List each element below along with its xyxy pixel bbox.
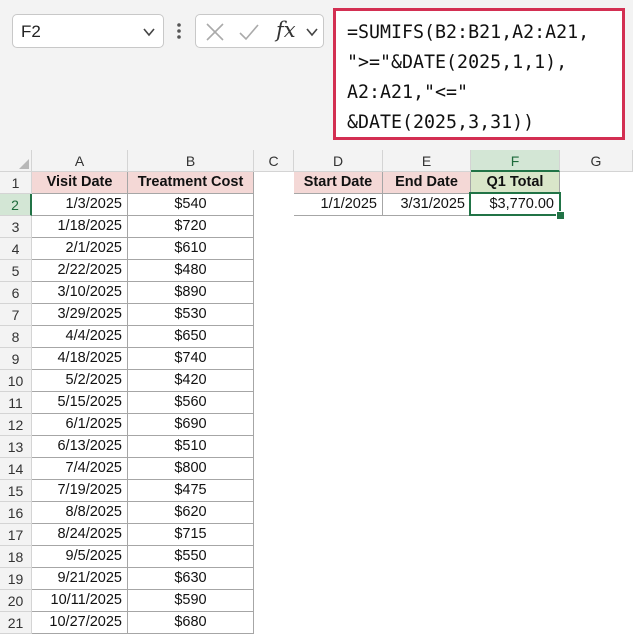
formula-line: A2:A21,"<=" xyxy=(347,82,469,103)
cell-treatment-cost[interactable]: $620 xyxy=(128,502,254,524)
row-header-17[interactable]: 17 xyxy=(0,524,32,546)
cell-treatment-cost[interactable]: $720 xyxy=(128,216,254,238)
header-treatment-cost[interactable]: Treatment Cost xyxy=(128,172,254,194)
row-header-15[interactable]: 15 xyxy=(0,480,32,502)
row-header-16[interactable]: 16 xyxy=(0,502,32,524)
cell-end-date[interactable]: 3/31/2025 xyxy=(383,194,471,216)
formula-input[interactable]: =SUMIFS(B2:B21,A2:A21, ">="&DATE(2025,1,1… xyxy=(333,8,625,140)
header-end-date[interactable]: End Date xyxy=(383,172,471,194)
cell-visit-date[interactable]: 4/18/2025 xyxy=(32,348,128,370)
cell-treatment-cost[interactable]: $550 xyxy=(128,546,254,568)
cell-treatment-cost[interactable]: $420 xyxy=(128,370,254,392)
cell-visit-date[interactable]: 1/3/2025 xyxy=(32,194,128,216)
cell-visit-date[interactable]: 9/5/2025 xyxy=(32,546,128,568)
name-box[interactable]: F2 xyxy=(12,14,164,48)
cell-treatment-cost[interactable]: $740 xyxy=(128,348,254,370)
cell-visit-date[interactable]: 5/15/2025 xyxy=(32,392,128,414)
row-header-14[interactable]: 14 xyxy=(0,458,32,480)
header-visit-date[interactable]: Visit Date xyxy=(32,172,128,194)
column-header-e[interactable]: E xyxy=(383,150,471,172)
cell-treatment-cost[interactable]: $650 xyxy=(128,326,254,348)
cell-visit-date[interactable]: 8/8/2025 xyxy=(32,502,128,524)
column-header-g[interactable]: G xyxy=(560,150,633,172)
header-start-date[interactable]: Start Date xyxy=(294,172,383,194)
formula-bar-area: F2 fx =SUMIFS(B2:B21,A2:A21, ">="&DATE(20… xyxy=(0,0,633,150)
column-header-f[interactable]: F xyxy=(471,150,560,172)
column-header-a[interactable]: A xyxy=(32,150,128,172)
cell-treatment-cost[interactable]: $540 xyxy=(128,194,254,216)
cell-visit-date[interactable]: 10/11/2025 xyxy=(32,590,128,612)
row-header-9[interactable]: 9 xyxy=(0,348,32,370)
more-options-icon[interactable] xyxy=(171,21,187,41)
select-all-button[interactable] xyxy=(0,150,32,172)
row-header-8[interactable]: 8 xyxy=(0,326,32,348)
close-icon[interactable] xyxy=(204,21,226,43)
cell-visit-date[interactable]: 4/4/2025 xyxy=(32,326,128,348)
row-header-21[interactable]: 21 xyxy=(0,612,32,634)
row-header-5[interactable]: 5 xyxy=(0,260,32,282)
cell-visit-date[interactable]: 3/10/2025 xyxy=(32,282,128,304)
row-header-13[interactable]: 13 xyxy=(0,436,32,458)
row-header-1[interactable]: 1 xyxy=(0,172,32,194)
cell-treatment-cost[interactable]: $630 xyxy=(128,568,254,590)
formula-line: &DATE(2025,3,31)) xyxy=(347,112,535,133)
cell-treatment-cost[interactable]: $680 xyxy=(128,612,254,634)
cell-visit-date[interactable]: 2/22/2025 xyxy=(32,260,128,282)
row-header-10[interactable]: 10 xyxy=(0,370,32,392)
row-header-12[interactable]: 12 xyxy=(0,414,32,436)
chevron-down-icon[interactable] xyxy=(306,27,318,37)
cell-visit-date[interactable]: 7/4/2025 xyxy=(32,458,128,480)
fill-handle[interactable] xyxy=(556,211,565,220)
select-all-triangle xyxy=(19,159,29,169)
formula-buttons: fx xyxy=(195,14,324,48)
cell-treatment-cost[interactable]: $530 xyxy=(128,304,254,326)
cell-visit-date[interactable]: 10/27/2025 xyxy=(32,612,128,634)
cell-treatment-cost[interactable]: $590 xyxy=(128,590,254,612)
active-cell-border xyxy=(469,192,561,216)
column-header-c[interactable]: C xyxy=(254,150,294,172)
cell-treatment-cost[interactable]: $715 xyxy=(128,524,254,546)
cell-visit-date[interactable]: 7/19/2025 xyxy=(32,480,128,502)
cell-visit-date[interactable]: 3/29/2025 xyxy=(32,304,128,326)
cell-visit-date[interactable]: 1/18/2025 xyxy=(32,216,128,238)
row-header-18[interactable]: 18 xyxy=(0,546,32,568)
cell-treatment-cost[interactable]: $480 xyxy=(128,260,254,282)
cell-treatment-cost[interactable]: $610 xyxy=(128,238,254,260)
row-header-20[interactable]: 20 xyxy=(0,590,32,612)
column-header-b[interactable]: B xyxy=(128,150,254,172)
name-box-value: F2 xyxy=(21,22,41,41)
column-header-d[interactable]: D xyxy=(294,150,383,172)
formula-line: =SUMIFS(B2:B21,A2:A21, xyxy=(347,22,590,43)
cell-treatment-cost[interactable]: $560 xyxy=(128,392,254,414)
row-header-19[interactable]: 19 xyxy=(0,568,32,590)
cell-treatment-cost[interactable]: $475 xyxy=(128,480,254,502)
cell-visit-date[interactable]: 5/2/2025 xyxy=(32,370,128,392)
header-q1-total[interactable]: Q1 Total xyxy=(471,172,560,194)
check-icon[interactable] xyxy=(238,21,260,43)
row-header-7[interactable]: 7 xyxy=(0,304,32,326)
cell-visit-date[interactable]: 8/24/2025 xyxy=(32,524,128,546)
cell-visit-date[interactable]: 6/1/2025 xyxy=(32,414,128,436)
cell-visit-date[interactable]: 6/13/2025 xyxy=(32,436,128,458)
cell-start-date[interactable]: 1/1/2025 xyxy=(294,194,383,216)
row-header-11[interactable]: 11 xyxy=(0,392,32,414)
row-header-2[interactable]: 2 xyxy=(0,194,32,216)
insert-function-button[interactable]: fx xyxy=(276,18,296,42)
cell-visit-date[interactable]: 9/21/2025 xyxy=(32,568,128,590)
chevron-down-icon[interactable] xyxy=(143,27,155,37)
row-header-3[interactable]: 3 xyxy=(0,216,32,238)
cell-treatment-cost[interactable]: $800 xyxy=(128,458,254,480)
cell-treatment-cost[interactable]: $690 xyxy=(128,414,254,436)
row-header-6[interactable]: 6 xyxy=(0,282,32,304)
cell-treatment-cost[interactable]: $510 xyxy=(128,436,254,458)
formula-line: ">="&DATE(2025,1,1), xyxy=(347,52,568,73)
cell-visit-date[interactable]: 2/1/2025 xyxy=(32,238,128,260)
row-header-4[interactable]: 4 xyxy=(0,238,32,260)
cell-treatment-cost[interactable]: $890 xyxy=(128,282,254,304)
